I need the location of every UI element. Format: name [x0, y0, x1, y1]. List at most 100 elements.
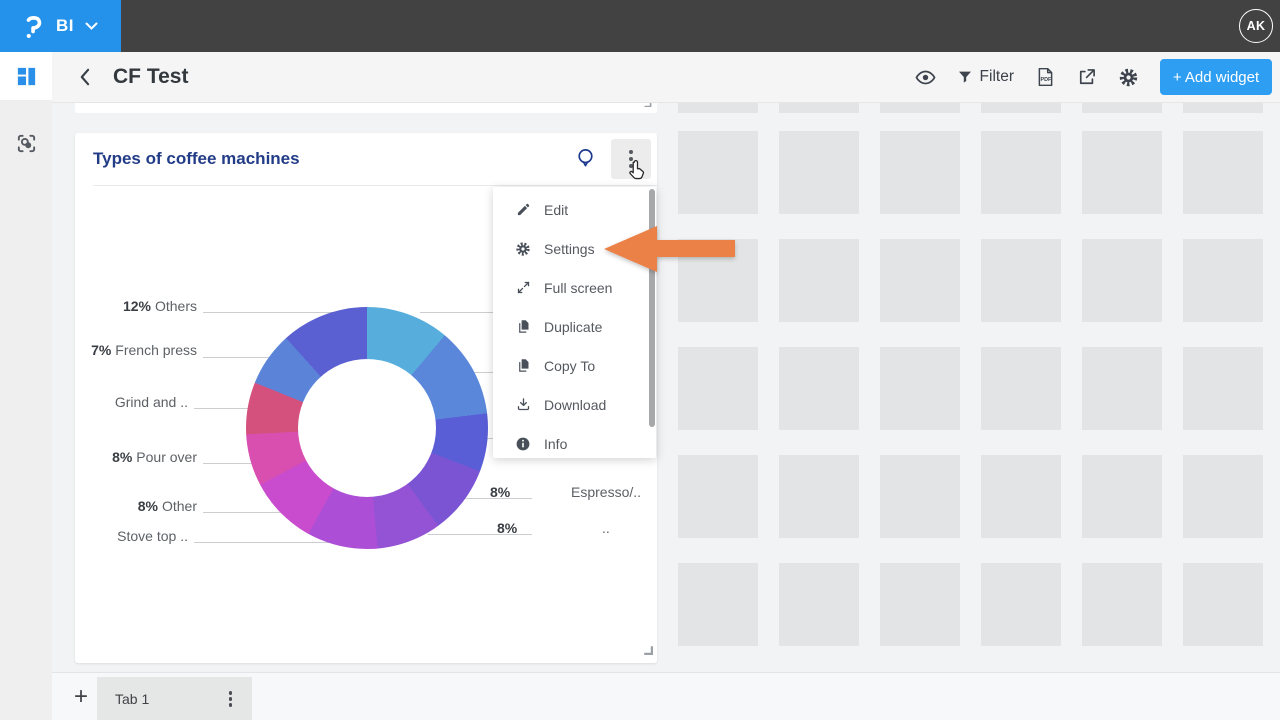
placeholder-box — [880, 103, 960, 113]
pie-label-dotdot: .. — [602, 520, 610, 536]
pie-label-other: 8%Other — [138, 498, 197, 514]
pie-label-stove-top: Stove top .. — [117, 528, 188, 544]
placeholder-box — [981, 455, 1061, 538]
share-button[interactable] — [1077, 67, 1097, 87]
placeholder-box — [1082, 131, 1162, 214]
chevron-down-icon — [85, 22, 98, 30]
placeholder-box — [880, 455, 960, 538]
kebab-dot — [229, 691, 233, 695]
placeholder-box — [678, 347, 758, 430]
placeholder-box — [1183, 563, 1263, 646]
add-tab-button[interactable]: + — [66, 682, 96, 712]
leader-line — [194, 408, 252, 409]
pie-label-pour-over: 8%Pour over — [112, 449, 197, 465]
app-sidebar — [0, 52, 52, 720]
placeholder-box — [981, 131, 1061, 214]
dashboard-canvas: Types of coffee machines — [52, 103, 1280, 672]
placeholder-box — [779, 131, 859, 214]
export-pdf-button[interactable]: PDF — [1035, 66, 1056, 88]
placeholder-box — [779, 239, 859, 322]
logo-product-switcher[interactable]: BI — [0, 0, 121, 52]
filter-button[interactable]: Filter — [957, 68, 1014, 86]
placeholder-box — [1183, 239, 1263, 322]
header-actions: Filter PDF + Add widget — [915, 59, 1272, 95]
annotation-arrow-head — [604, 226, 657, 272]
placeholder-box — [1183, 347, 1263, 430]
placeholder-box — [678, 103, 758, 113]
placeholder-box — [678, 563, 758, 646]
placeholder-box — [779, 563, 859, 646]
widget-above-sliver — [75, 103, 657, 113]
placeholder-box — [1082, 563, 1162, 646]
gear-icon — [515, 241, 531, 257]
placeholder-box — [678, 455, 758, 538]
leader-line — [420, 312, 502, 313]
menu-item-info[interactable]: Info — [493, 424, 656, 463]
placeholder-box — [779, 455, 859, 538]
pie-pct-espresso: 8% — [490, 484, 514, 500]
leader-line — [203, 463, 254, 464]
download-icon — [515, 397, 531, 412]
donut-ring[interactable] — [246, 307, 488, 549]
kebab-dot — [229, 703, 233, 707]
info-icon — [515, 436, 531, 452]
dashboard-settings-gear-button[interactable] — [1118, 67, 1139, 88]
duplicate-icon — [515, 319, 531, 334]
resize-handle-icon[interactable] — [642, 642, 653, 660]
placeholder-box — [1082, 103, 1162, 113]
placeholder-box — [981, 103, 1061, 113]
placeholder-box — [678, 131, 758, 214]
top-bar: BI AK — [0, 0, 1280, 52]
menu-item-full-screen[interactable]: Full screen — [493, 268, 656, 307]
dashboard-icon — [15, 65, 38, 88]
placeholder-box — [1082, 347, 1162, 430]
avatar[interactable]: AK — [1239, 9, 1273, 43]
placeholder-box — [1183, 131, 1263, 214]
pie-label-espresso: Espresso/.. — [571, 484, 641, 500]
preview-eye-button[interactable] — [915, 67, 936, 88]
placeholder-box — [1082, 455, 1162, 538]
pie-pct-dotdot: 8% — [497, 520, 521, 536]
placeholder-grid — [678, 103, 1264, 663]
scan-focus-icon — [15, 132, 38, 155]
pencil-icon — [515, 202, 531, 217]
sidebar-item-explore[interactable] — [0, 119, 52, 167]
placeholder-box — [1082, 239, 1162, 322]
brand-logo-icon — [23, 13, 45, 40]
pie-label-grind-and: Grind and .. — [115, 394, 188, 410]
placeholder-box — [880, 239, 960, 322]
pie-label-french-press: 7%French press — [91, 342, 197, 358]
placeholder-box — [981, 347, 1061, 430]
menu-item-edit[interactable]: Edit — [493, 190, 656, 229]
page-title: CF Test — [113, 65, 188, 89]
placeholder-box — [880, 347, 960, 430]
menu-item-copy-to[interactable]: Copy To — [493, 346, 656, 385]
placeholder-box — [779, 103, 859, 113]
annotation-arrow-tail — [655, 240, 735, 257]
placeholder-box — [1183, 455, 1263, 538]
expand-icon — [515, 280, 531, 295]
placeholder-box — [779, 347, 859, 430]
placeholder-box — [981, 563, 1061, 646]
sidebar-item-dashboards[interactable] — [0, 52, 52, 100]
tab-bar: + Tab 1 — [52, 672, 1280, 720]
copy-icon — [515, 358, 531, 373]
tab-item[interactable]: Tab 1 — [97, 677, 252, 720]
page-header: CF Test Filter PDF — [52, 52, 1280, 103]
back-button[interactable] — [79, 68, 90, 86]
menu-scrollbar[interactable] — [649, 189, 655, 427]
placeholder-box — [880, 131, 960, 214]
resize-handle-icon[interactable] — [642, 103, 652, 112]
svg-text:PDF: PDF — [1041, 77, 1053, 83]
placeholder-box — [1183, 103, 1263, 113]
menu-item-duplicate[interactable]: Duplicate — [493, 307, 656, 346]
tab-menu-kebab-button[interactable] — [219, 685, 243, 713]
pie-label-others: 12%Others — [123, 298, 197, 314]
kebab-dot — [229, 697, 233, 701]
filter-label: Filter — [980, 68, 1014, 86]
menu-item-download[interactable]: Download — [493, 385, 656, 424]
placeholder-box — [880, 563, 960, 646]
tab-label: Tab 1 — [115, 691, 219, 707]
add-widget-button[interactable]: + Add widget — [1160, 59, 1272, 95]
placeholder-box — [981, 239, 1061, 322]
